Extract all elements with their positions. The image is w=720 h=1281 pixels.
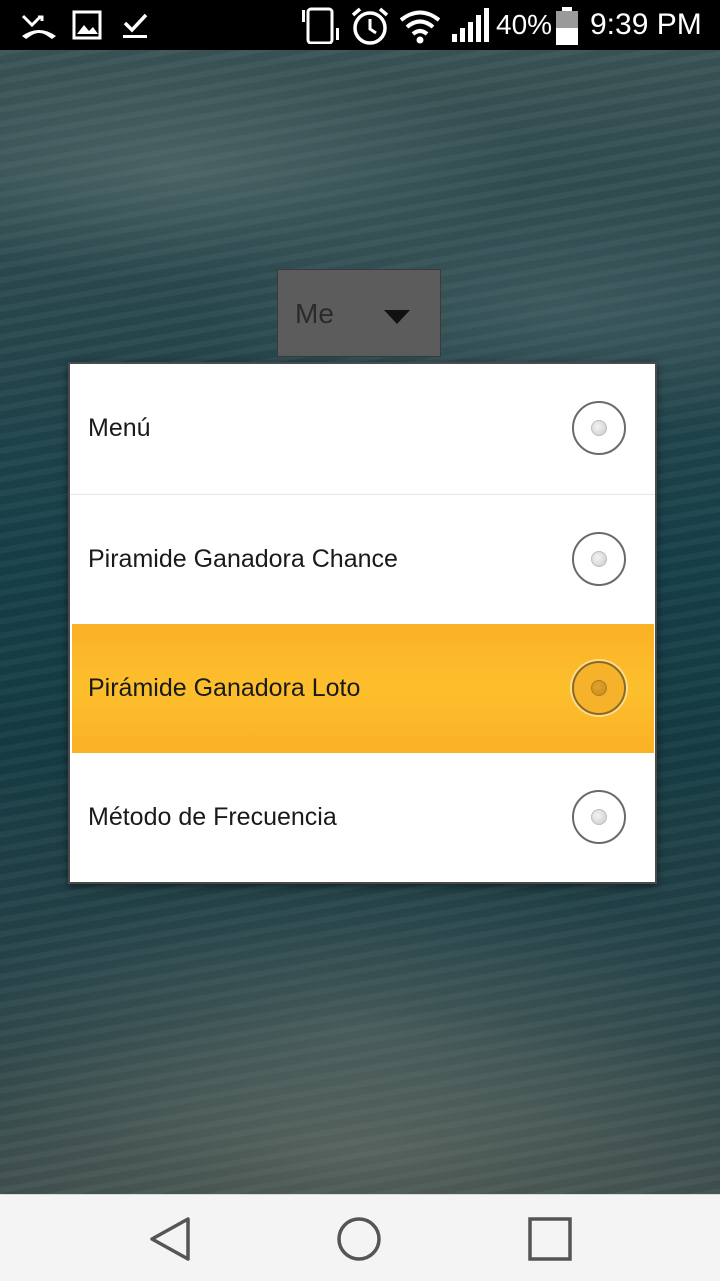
radio-dot-icon: [591, 551, 607, 567]
battery-percent: 40%: [496, 9, 553, 40]
option-label: Método de Frecuencia: [88, 803, 337, 831]
radio-button[interactable]: [572, 790, 626, 844]
option-label: Piramide Ganadora Chance: [88, 545, 398, 573]
alarm-icon: [351, 7, 389, 45]
radio-dot-icon: [591, 420, 607, 436]
option-piramide-loto[interactable]: Pirámide Ganadora Loto: [72, 624, 654, 753]
choice-dialog: Menú Piramide Ganadora Chance Pirámide G…: [68, 362, 657, 884]
option-label: Pirámide Ganadora Loto: [88, 674, 361, 702]
dropdown-arrow-icon: [384, 310, 410, 324]
missed-call-icon: [21, 14, 56, 39]
navigation-bar: [0, 1194, 720, 1281]
menu-spinner[interactable]: Me: [277, 269, 441, 357]
back-icon[interactable]: [140, 1211, 200, 1267]
radio-dot-icon: [591, 680, 607, 696]
signal-icon: [452, 8, 489, 42]
option-label: Menú: [88, 414, 151, 442]
radio-button[interactable]: [572, 401, 626, 455]
radio-button[interactable]: [572, 532, 626, 586]
wifi-icon: [399, 10, 441, 44]
image-icon: [72, 10, 102, 40]
option-piramide-chance[interactable]: Piramide Ganadora Chance: [70, 495, 655, 624]
option-metodo-frecuencia[interactable]: Método de Frecuencia: [70, 753, 655, 882]
home-icon[interactable]: [329, 1211, 389, 1267]
vibrate-icon: [302, 7, 339, 44]
spinner-selected-text: Me: [295, 298, 334, 329]
download-done-icon: [123, 13, 148, 38]
option-menu[interactable]: Menú: [70, 364, 655, 493]
battery-icon: [556, 7, 578, 45]
clock: 9:39 PM: [590, 8, 702, 41]
recents-icon[interactable]: [520, 1211, 580, 1267]
radio-dot-icon: [591, 809, 607, 825]
radio-button[interactable]: [572, 661, 626, 715]
status-bar: 40% 9:39 PM: [0, 0, 720, 50]
